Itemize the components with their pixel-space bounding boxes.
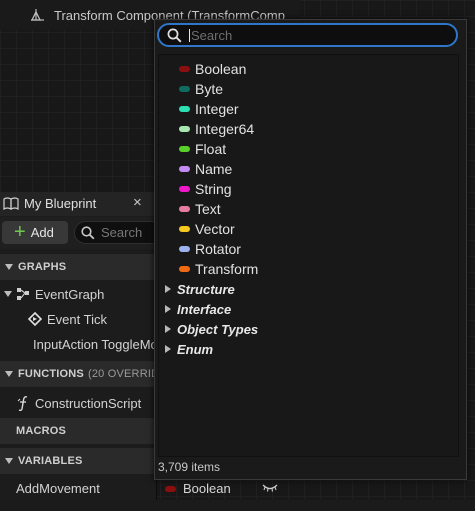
event-icon: [28, 312, 42, 326]
variable-type-selector[interactable]: Boolean: [165, 481, 231, 496]
type-label: Byte: [195, 81, 224, 97]
type-color-pill: [179, 66, 190, 72]
type-label: Rotator: [195, 241, 241, 257]
expand-arrow-icon: [5, 371, 13, 377]
input-action-label: InputAction ToggleMovement: [33, 336, 156, 352]
text-caret: [189, 28, 190, 42]
event-tick-label: Event Tick: [47, 311, 107, 327]
tree-item-event-tick[interactable]: Event Tick: [0, 307, 156, 331]
type-item-float[interactable]: Float: [159, 139, 458, 159]
graph-icon: [17, 288, 29, 300]
type-color-pill: [179, 246, 190, 252]
category-interface[interactable]: Interface: [159, 299, 458, 319]
type-list: Boolean Byte Integer Integer64 Float Name Stri…: [158, 54, 459, 457]
expand-arrow-icon: [165, 285, 171, 293]
tree-item-eventgraph[interactable]: EventGraph: [0, 282, 156, 306]
expand-arrow-icon: [165, 305, 171, 313]
add-button[interactable]: + Add: [2, 221, 68, 244]
section-macros[interactable]: MACROS: [0, 418, 156, 444]
type-item-rotator[interactable]: Rotator: [159, 239, 458, 259]
eventgraph-label: EventGraph: [35, 286, 105, 302]
function-icon: [17, 396, 28, 411]
type-item-name[interactable]: Name: [159, 159, 458, 179]
type-label: Float: [195, 141, 227, 157]
expand-arrow-icon: [4, 291, 12, 297]
tree-item-input-action[interactable]: InputAction ToggleMovement: [0, 332, 156, 356]
variable-type-label: Boolean: [183, 481, 231, 496]
type-label: Integer64: [195, 121, 255, 137]
section-variables-label: VARIABLES: [18, 455, 83, 467]
search-icon: [81, 225, 95, 239]
add-label: Add: [30, 225, 54, 240]
variable-type-pill: [165, 485, 176, 492]
picker-search-placeholder: Search: [191, 27, 233, 43]
variable-name: AddMovement: [16, 481, 100, 496]
type-color-pill: [179, 226, 190, 232]
type-color-pill: [179, 126, 190, 132]
plus-icon: +: [14, 220, 26, 243]
type-color-pill: [179, 186, 190, 192]
picker-search-input[interactable]: Search: [157, 23, 458, 47]
section-graphs-label: GRAPHS: [18, 261, 67, 273]
type-color-pill: [179, 206, 190, 212]
close-icon[interactable]: ×: [133, 195, 142, 211]
type-item-string[interactable]: String: [159, 179, 458, 199]
type-color-pill: [179, 106, 190, 112]
type-color-pill: [179, 86, 190, 92]
section-functions-label: FUNCTIONS: [18, 368, 84, 380]
type-item-integer[interactable]: Integer: [159, 99, 458, 119]
blueprint-search-input[interactable]: Search: [74, 221, 156, 244]
type-label: String: [195, 181, 232, 197]
type-item-integer64[interactable]: Integer64: [159, 119, 458, 139]
expand-arrow-icon: [5, 458, 13, 464]
tab-title: My Blueprint: [24, 196, 97, 211]
type-color-pill: [179, 166, 190, 172]
type-item-byte[interactable]: Byte: [159, 79, 458, 99]
type-label: Integer: [195, 101, 239, 117]
section-macros-label: MACROS: [16, 425, 67, 437]
category-label: Interface: [177, 301, 232, 317]
pin-type-picker: Search Boolean Byte Integer Integer64 Float N…: [154, 19, 467, 480]
type-label: Boolean: [195, 61, 247, 77]
type-label: Text: [195, 201, 221, 217]
category-label: Enum: [177, 341, 214, 357]
type-label: Vector: [195, 221, 235, 237]
bottom-strip: [0, 500, 475, 511]
expand-arrow-icon: [165, 345, 171, 353]
type-label: Name: [195, 161, 233, 177]
type-color-pill: [179, 146, 190, 152]
tree-item-construction-script[interactable]: ConstructionScript: [0, 391, 156, 415]
blueprint-toolbar: + Add Search: [0, 217, 156, 249]
category-enum[interactable]: Enum: [159, 339, 458, 359]
expand-arrow-icon: [5, 264, 13, 270]
construction-script-label: ConstructionScript: [35, 395, 142, 411]
section-functions-count: (20 OVERRIDABLE): [87, 368, 156, 380]
variable-row-addmovement[interactable]: AddMovement Boolean: [0, 478, 475, 500]
item-count: 3,709 items: [158, 460, 221, 474]
search-placeholder: Search: [101, 225, 143, 240]
type-item-vector[interactable]: Vector: [159, 219, 458, 239]
my-blueprint-panel: My Blueprint × + Add Search GRAPHS Event…: [0, 192, 157, 511]
type-item-transform[interactable]: Transform: [159, 259, 458, 279]
type-item-text[interactable]: Text: [159, 199, 458, 219]
type-item-boolean[interactable]: Boolean: [159, 59, 458, 79]
type-color-pill: [179, 266, 190, 272]
transform-component-icon: [30, 9, 44, 21]
section-graphs[interactable]: GRAPHS: [0, 254, 156, 280]
category-structure[interactable]: Structure: [159, 279, 458, 299]
eye-closed-icon[interactable]: [262, 483, 278, 493]
section-variables[interactable]: VARIABLES: [0, 448, 156, 474]
category-label: Structure: [177, 281, 235, 297]
expand-arrow-icon: [165, 325, 171, 333]
section-functions[interactable]: FUNCTIONS (20 OVERRIDABLE): [0, 361, 156, 387]
my-blueprint-tab[interactable]: My Blueprint ×: [0, 192, 156, 216]
category-object-types[interactable]: Object Types: [159, 319, 458, 339]
search-icon: [167, 28, 182, 42]
type-label: Transform: [195, 261, 259, 277]
category-label: Object Types: [177, 321, 259, 337]
book-icon: [3, 197, 19, 210]
